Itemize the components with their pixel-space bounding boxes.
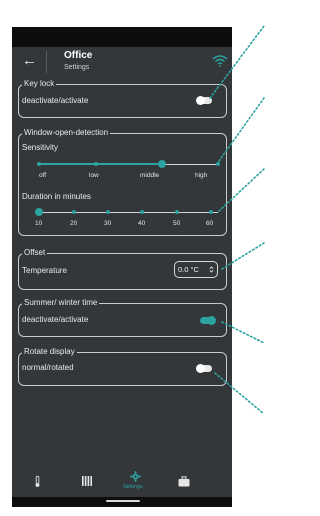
callout-lines	[209, 25, 265, 415]
